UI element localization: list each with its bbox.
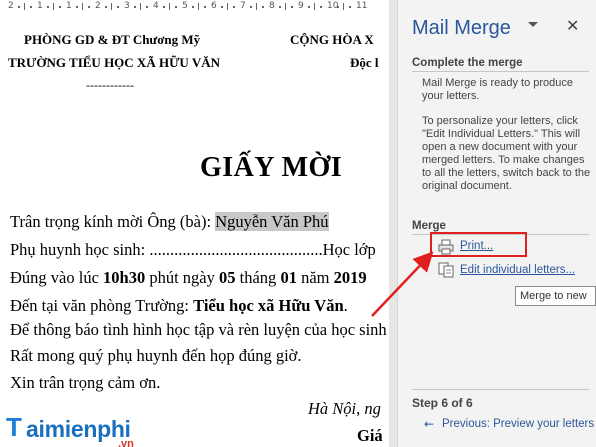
student-line: Phụ huynh học sinh: ....................…: [10, 240, 376, 259]
ruler-dot: [134, 6, 136, 8]
ruler-dot: [337, 6, 339, 8]
ready-text: Mail Merge is ready to produce your lett…: [422, 77, 574, 102]
step-indicator: Step 6 of 6: [412, 396, 473, 410]
location-value: Tiểu học xã Hữu Văn: [193, 296, 344, 315]
ruler-dot: [105, 6, 107, 8]
ruler-tick: [285, 3, 286, 10]
ruler-number: 1: [66, 1, 72, 11]
logo-name: aimienphi: [26, 416, 131, 442]
arrow-left-icon[interactable]: ←: [424, 417, 434, 431]
ruler-dot: [163, 6, 165, 8]
instructions-text: To personalize your letters, click "Edit…: [422, 115, 591, 192]
logo-letter: T: [6, 412, 22, 442]
ruler-tick: [198, 3, 199, 10]
edit-individual-letters-link[interactable]: Edit individual letters...: [460, 264, 575, 276]
annotation-highlight-box: [430, 232, 527, 257]
document-page[interactable]: 2 1 1 2 3 4 5 6 7 8 9 10 11 PHÒNG GD & ĐT Chương Mỹ …: [0, 0, 389, 447]
document-title: GIẤY MỜI: [200, 152, 343, 183]
signature-title: Giá: [357, 426, 383, 445]
ruler-number: 2: [8, 1, 14, 11]
ruler-tick: [314, 3, 315, 10]
ruler-tick: [24, 3, 25, 10]
section-complete-title: Complete the merge: [412, 57, 523, 69]
day-label: phút ngày: [145, 268, 220, 287]
mail-merge-pane: Mail Merge ✕ Complete the merge Mail Mer…: [397, 0, 596, 447]
year-value: 2019: [333, 268, 367, 287]
merge-field-name[interactable]: Nguyễn Văn Phú: [215, 212, 329, 231]
year-label: năm: [296, 268, 334, 287]
ruler-tick: [53, 3, 54, 10]
ruler-number: 5: [182, 1, 188, 11]
header-left-line-1: PHÒNG GD & ĐT Chương Mỹ: [24, 32, 201, 47]
ruler-dot: [88, 6, 90, 8]
ruler-tick: [343, 3, 344, 10]
ruler-dot: [204, 6, 206, 8]
thanks-line: Xin trân trọng cảm ơn.: [10, 373, 161, 392]
location-line: Đến tại văn phòng Trường: Tiểu học xã Hữ…: [10, 296, 348, 316]
section-divider: [412, 71, 589, 72]
ruler-tick: [227, 3, 228, 10]
ruler-dot: [233, 6, 235, 8]
ruler-dot: [262, 6, 264, 8]
header-dashes: ------------: [86, 78, 134, 92]
invite-line: Trân trọng kính mời Ông (bà): Nguyễn Văn…: [10, 212, 329, 232]
previous-step-link[interactable]: Previous: Preview your letters: [442, 418, 594, 430]
request-line: Rất mong quý phụ huynh đến họp đúng giờ.: [10, 346, 302, 365]
tooltip: Merge to new: [515, 286, 596, 306]
ruler-dot: [221, 6, 223, 8]
horizontal-ruler[interactable]: 2 1 1 2 3 4 5 6 7 8 9 10 11: [0, 0, 389, 14]
panel-splitter[interactable]: [389, 0, 397, 447]
time-line: Đúng vào lúc 10h30 phút ngày 05 tháng 01…: [10, 268, 367, 288]
purpose-line: Để thông báo tình hình học tập và rèn lu…: [10, 320, 387, 339]
ruler-number: 4: [153, 1, 159, 11]
section-merge-title: Merge: [412, 220, 446, 232]
ruler-dot: [30, 6, 32, 8]
day-value: 05: [219, 268, 236, 287]
ruler-dot: [175, 6, 177, 8]
ruler-dot: [146, 6, 148, 8]
header-left-line-2: TRƯỜNG TIỂU HỌC XÃ HỮU VĂN: [8, 55, 220, 70]
ruler-dot: [18, 6, 20, 8]
header-right-line-2: Độc l: [350, 55, 379, 70]
invite-label: Trân trọng kính mời Ông (bà):: [10, 212, 216, 231]
ruler-dot: [279, 6, 281, 8]
ruler-number: 11: [356, 1, 368, 11]
section-divider: [412, 389, 589, 390]
edit-documents-icon[interactable]: [438, 262, 454, 278]
location-label: Đến tại văn phòng Trường:: [10, 296, 194, 315]
month-label: tháng: [235, 268, 281, 287]
ruler-dot: [349, 6, 351, 8]
pane-options-chevron-down-icon[interactable]: [528, 22, 538, 27]
ruler-tick: [82, 3, 83, 10]
ruler-dot: [192, 6, 194, 8]
ruler-number: 7: [240, 1, 246, 11]
ruler-dot: [308, 6, 310, 8]
close-icon[interactable]: ✕: [566, 16, 579, 35]
ruler-number: 6: [211, 1, 217, 11]
ruler-dot: [320, 6, 322, 8]
ruler-number: 8: [269, 1, 275, 11]
ruler-dot: [117, 6, 119, 8]
ruler-dot: [76, 6, 78, 8]
ruler-number: 3: [124, 1, 130, 11]
ruler-tick: [256, 3, 257, 10]
ruler-tick: [169, 3, 170, 10]
logo-suffix: .vn: [118, 438, 134, 447]
ruler-number: 2: [95, 1, 101, 11]
ruler-number: 9: [298, 1, 304, 11]
time-label: Đúng vào lúc: [10, 268, 104, 287]
location-period: .: [343, 296, 348, 315]
header-right-line-1: CỘNG HÒA X: [290, 32, 374, 47]
place-date-line: Hà Nội, ng: [308, 399, 381, 418]
pane-title: Mail Merge: [412, 17, 511, 39]
month-value: 01: [280, 268, 297, 287]
time-value: 10h30: [103, 268, 146, 287]
ruler-dot: [47, 6, 49, 8]
ruler-dot: [59, 6, 61, 8]
ruler-dot: [291, 6, 293, 8]
ruler-dot: [250, 6, 252, 8]
ruler-tick: [111, 3, 112, 10]
ruler-number: 1: [37, 1, 43, 11]
ruler-tick: [140, 3, 141, 10]
